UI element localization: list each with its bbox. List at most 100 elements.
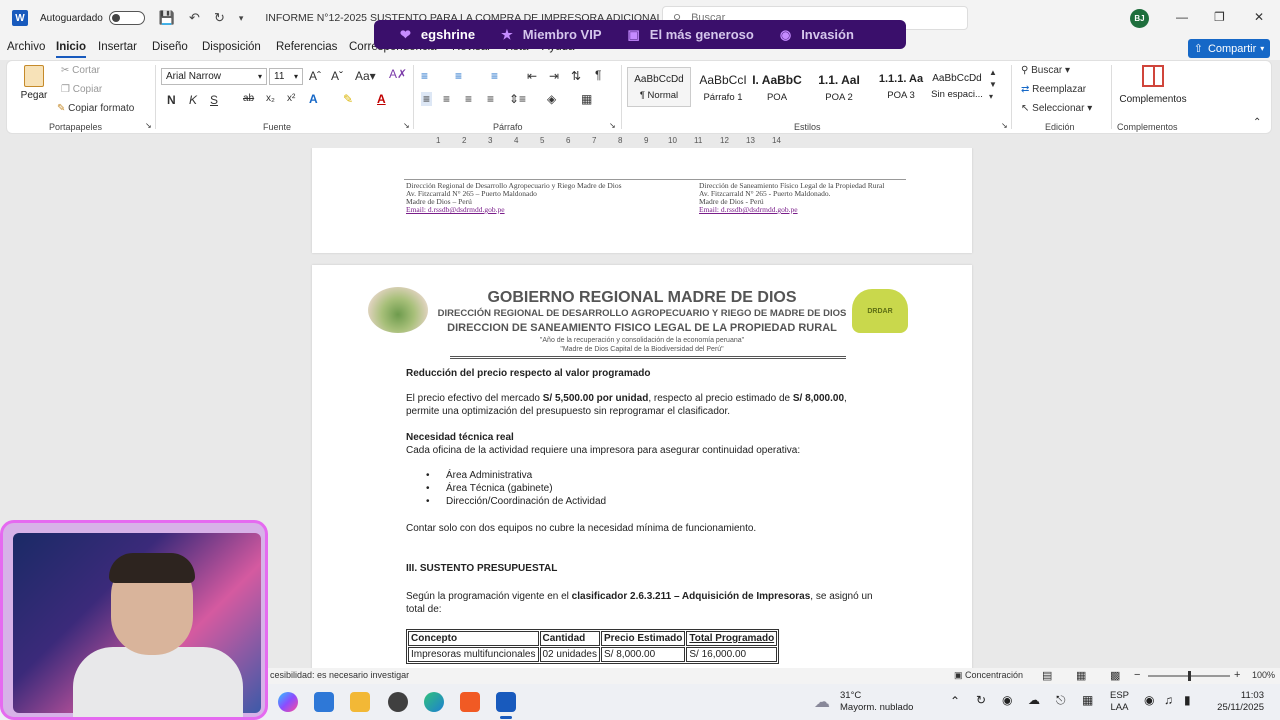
underline-button[interactable]: S: [210, 93, 218, 107]
dialog-launcher-icon[interactable]: ↘: [1001, 121, 1008, 130]
strikethrough-icon[interactable]: ab: [243, 93, 254, 104]
chevron-up-icon[interactable]: ⌃: [950, 694, 960, 708]
autosave-toggle[interactable]: [108, 11, 145, 25]
align-center-icon[interactable]: ≡: [443, 92, 450, 106]
select-button[interactable]: ↖ Seleccionar ▾: [1021, 103, 1092, 114]
share-button[interactable]: ⇧ Compartir ▾: [1188, 39, 1270, 58]
line-spacing-icon[interactable]: ⇕≡: [509, 92, 526, 106]
budget-table[interactable]: Concepto Cantidad Precio Estimado Total …: [406, 629, 780, 664]
zoom-in-icon[interactable]: +: [1234, 669, 1240, 681]
page-2[interactable]: DRDAR GOBIERNO REGIONAL MADRE DE DIOS DI…: [312, 265, 972, 668]
numbering-icon[interactable]: ≡: [455, 69, 462, 83]
tray-icon[interactable]: ☁: [1028, 693, 1040, 707]
align-right-icon[interactable]: ≡: [465, 92, 472, 106]
zoom-level[interactable]: 100%: [1252, 670, 1275, 680]
save-icon[interactable]: 💾: [159, 10, 175, 26]
read-mode-icon[interactable]: ▤: [1042, 669, 1052, 682]
microphone-icon[interactable]: ⎋: [1056, 693, 1066, 708]
styles-scroll-icon[interactable]: ▲ ▼ ▾: [989, 67, 997, 103]
customize-toolbar-icon[interactable]: ▾: [239, 13, 244, 24]
cut-button[interactable]: ✂ Cortar: [61, 65, 100, 76]
dialog-launcher-icon[interactable]: ↘: [145, 121, 152, 130]
shading-icon[interactable]: ◈: [547, 92, 556, 106]
minimize-icon[interactable]: —: [1176, 10, 1188, 24]
copilot-icon[interactable]: [278, 692, 298, 712]
paste-button[interactable]: Pegar: [19, 65, 49, 113]
clear-format-icon[interactable]: A✗: [389, 67, 407, 81]
tray-icon[interactable]: ◉: [1002, 693, 1012, 707]
app-icon[interactable]: [314, 692, 334, 712]
tab-referencias[interactable]: Referencias: [276, 41, 337, 53]
highlight-icon[interactable]: ✎: [343, 92, 353, 106]
tab-archivo[interactable]: Archivo: [7, 41, 45, 53]
file-explorer-icon[interactable]: [350, 692, 370, 712]
focus-icon: ▣: [954, 670, 966, 680]
font-family-select[interactable]: Arial Narrow ▾: [161, 68, 267, 85]
clock[interactable]: 11:03 25/11/2025: [1208, 690, 1264, 714]
subscript-icon[interactable]: x₂: [266, 93, 275, 104]
format-painter-button[interactable]: ✎ Copiar formato: [57, 103, 134, 114]
addins-button[interactable]: Complementos: [1117, 65, 1189, 105]
increase-indent-icon[interactable]: ⇥: [549, 69, 559, 83]
justify-icon[interactable]: ≡: [487, 92, 494, 106]
tab-diseno[interactable]: Diseño: [152, 41, 188, 53]
avatar[interactable]: BJ: [1130, 9, 1149, 28]
superscript-icon[interactable]: x²: [287, 93, 295, 104]
web-layout-icon[interactable]: ▩: [1110, 669, 1120, 682]
text-effects-icon[interactable]: A: [309, 92, 318, 106]
collapse-ribbon-icon[interactable]: ⌃: [1253, 117, 1261, 128]
italic-button[interactable]: K: [189, 93, 197, 107]
dialog-launcher-icon[interactable]: ↘: [609, 121, 616, 130]
style-poa-3[interactable]: 1.1.1. Aa POA 3: [869, 67, 933, 107]
horizontal-ruler[interactable]: 1 2 3 4 5 6 7 8 9 10 11 12 13 14: [312, 136, 972, 148]
word-taskbar-icon[interactable]: [496, 692, 516, 712]
change-case-icon[interactable]: Aa▾: [355, 69, 376, 83]
align-left-icon[interactable]: ≡: [421, 92, 433, 106]
tab-inicio[interactable]: Inicio: [56, 41, 87, 58]
replace-button[interactable]: ⇄ Reemplazar: [1021, 84, 1086, 95]
multilevel-list-icon[interactable]: ≡: [491, 69, 498, 83]
edge-icon[interactable]: [424, 692, 444, 712]
sort-icon[interactable]: ⇅: [571, 69, 581, 83]
style-poa-2[interactable]: 1.1. AaI POA 2: [807, 67, 871, 107]
bold-button[interactable]: N: [167, 93, 176, 107]
shrink-font-icon[interactable]: Aˇ: [331, 69, 343, 83]
motto-2: "Madre de Dios Capital de la Biodiversid…: [560, 346, 724, 353]
close-icon[interactable]: ✕: [1254, 10, 1264, 24]
brave-icon[interactable]: [460, 692, 480, 712]
grow-font-icon[interactable]: Aˆ: [309, 69, 321, 83]
decrease-indent-icon[interactable]: ⇤: [527, 69, 537, 83]
borders-icon[interactable]: ▦: [581, 92, 592, 106]
undo-icon[interactable]: ↶: [189, 10, 200, 26]
tray-icon[interactable]: ▦: [1082, 693, 1093, 707]
volume-icon[interactable]: ♫: [1164, 693, 1173, 707]
page-1[interactable]: Dirección Regional de Desarrollo Agropec…: [312, 148, 972, 253]
dialog-launcher-icon[interactable]: ↘: [403, 121, 410, 130]
style-normal[interactable]: AaBbCcDd ¶ Normal: [627, 67, 691, 107]
footer-left: Dirección Regional de Desarrollo Agropec…: [406, 181, 622, 214]
weather-widget[interactable]: 31°C Mayorm. nublado: [840, 690, 913, 714]
tray-icon[interactable]: ↻: [976, 693, 986, 707]
restore-icon[interactable]: ❐: [1214, 10, 1225, 24]
redo-icon[interactable]: ↻: [214, 10, 225, 26]
copy-button[interactable]: ❐ Copiar: [61, 84, 102, 95]
find-button[interactable]: ⚲ Buscar ▾: [1021, 65, 1070, 76]
language-indicator[interactable]: ESP LAA: [1110, 690, 1129, 714]
battery-icon[interactable]: ▮: [1184, 693, 1191, 707]
zoom-slider-thumb[interactable]: [1188, 671, 1191, 681]
tab-disposicion[interactable]: Disposición: [202, 41, 261, 53]
pilcrow-icon[interactable]: ¶: [595, 68, 601, 82]
tab-insertar[interactable]: Insertar: [98, 41, 137, 53]
style-sin-espaciado[interactable]: AaBbCcDd Sin espaci...: [925, 67, 989, 107]
font-size-select[interactable]: 11 ▾: [269, 68, 303, 85]
zoom-slider[interactable]: [1148, 671, 1230, 681]
app-icon[interactable]: [388, 692, 408, 712]
accessibility-status[interactable]: cesibilidad: es necesario investigar: [270, 670, 409, 680]
font-color-icon[interactable]: A: [377, 92, 386, 106]
focus-mode-button[interactable]: ▣ Concentración: [954, 670, 1023, 681]
wifi-icon[interactable]: ◉: [1144, 693, 1154, 707]
style-poa[interactable]: I. AaBbC POA: [745, 67, 809, 107]
bullets-icon[interactable]: ≡: [421, 69, 428, 83]
zoom-out-icon[interactable]: −: [1134, 669, 1140, 681]
print-layout-icon[interactable]: ▦: [1076, 669, 1086, 682]
